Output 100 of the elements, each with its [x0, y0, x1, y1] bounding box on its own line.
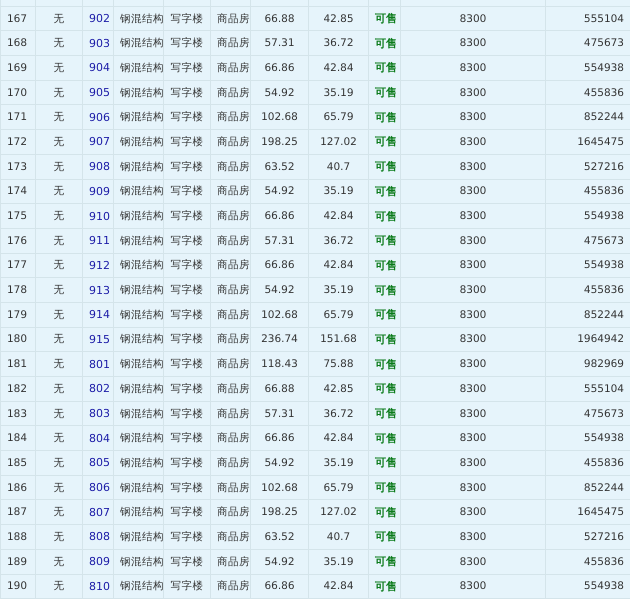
cell-text: 写字楼: [170, 185, 204, 198]
row-number: 190: [7, 580, 28, 592]
number-text: 42.84: [323, 259, 354, 272]
number-text: 36.72: [323, 234, 354, 247]
number-text: 8300: [460, 382, 486, 395]
number-text: 475673: [584, 408, 624, 420]
status-text: 可售: [375, 160, 397, 174]
cell-text: 无: [54, 308, 64, 321]
cell-text: 无: [54, 185, 64, 198]
cell-text: 商品房: [217, 185, 250, 198]
cell-text: 写字楼: [170, 580, 204, 592]
number-text: 8300: [460, 482, 486, 494]
cell-text: 写字楼: [170, 482, 204, 494]
number-text: 475673: [584, 234, 624, 247]
cell-text: 钢混结构: [120, 160, 164, 173]
number-text: 8300: [460, 506, 486, 518]
number-text: 982969: [584, 358, 624, 370]
cell-text: 钢混结构: [120, 259, 164, 272]
row-number: 182: [7, 382, 28, 395]
cell-text: 写字楼: [170, 408, 204, 420]
cell-text: 钢混结构: [120, 284, 164, 296]
number-text: 66.86: [264, 210, 295, 222]
cell-text: 无: [54, 111, 64, 124]
cell-text: 商品房: [217, 210, 250, 222]
cell-text: 无: [54, 382, 64, 395]
number-text: 127.02: [320, 136, 357, 148]
cell-text: 钢混结构: [120, 358, 164, 370]
row-number: 169: [7, 62, 28, 74]
number-text: 554938: [584, 432, 624, 444]
cell-text: 钢混结构: [120, 382, 164, 395]
number-text: 554938: [584, 62, 624, 74]
cell-text: 写字楼: [170, 210, 204, 222]
number-text: 8300: [460, 210, 486, 222]
cell-text: 写字楼: [170, 556, 204, 568]
number-text: 8300: [460, 160, 486, 173]
number-text: 118.43: [261, 358, 298, 370]
number-text: 65.79: [323, 111, 354, 124]
number-text: 54.92: [264, 284, 295, 296]
cell-text: 钢混结构: [120, 580, 164, 592]
cell-text: 无: [54, 234, 64, 247]
number-text: 36.72: [323, 408, 354, 420]
number-text: 35.19: [323, 185, 354, 198]
cell-text: 商品房: [217, 284, 250, 296]
number-text: 8300: [460, 12, 486, 25]
number-text: 127.02: [320, 506, 357, 518]
number-text: 54.92: [264, 185, 295, 198]
number-text: 8300: [460, 530, 486, 543]
cell-text: 钢混结构: [120, 185, 164, 198]
cell-text: 钢混结构: [120, 333, 164, 346]
cell-text: 写字楼: [170, 160, 204, 173]
row-number: 181: [7, 358, 28, 370]
cell-text: 无: [54, 333, 64, 346]
cell-text: 写字楼: [170, 136, 204, 148]
number-text: 8300: [460, 136, 486, 148]
row-number: 173: [7, 160, 28, 173]
row-number: 185: [7, 456, 28, 469]
status-text: 可售: [375, 481, 397, 494]
status-text: 可售: [375, 308, 397, 322]
row-number: 174: [7, 185, 28, 198]
cell-text: 无: [54, 408, 64, 420]
number-text: 54.92: [264, 556, 295, 568]
status-text: 可售: [375, 110, 397, 124]
number-text: 455836: [584, 556, 624, 568]
number-text: 54.92: [264, 456, 295, 469]
cell-text: 商品房: [217, 358, 250, 370]
cell-text: 钢混结构: [120, 37, 164, 50]
row-number: 184: [7, 432, 28, 444]
status-text: 可售: [375, 530, 397, 544]
status-text: 可售: [375, 432, 397, 445]
number-text: 75.88: [323, 358, 354, 370]
cell-text: 商品房: [217, 432, 250, 444]
row-number: 179: [7, 308, 28, 321]
cell-text: 商品房: [217, 382, 250, 395]
number-text: 555104: [584, 12, 624, 25]
cell-text: 无: [54, 12, 64, 25]
number-text: 63.52: [264, 160, 295, 173]
cell-text: 商品房: [217, 86, 250, 99]
cell-text: 写字楼: [170, 382, 204, 395]
status-text: 可售: [375, 258, 397, 272]
row-number: 178: [7, 284, 28, 296]
cell-text: 写字楼: [170, 111, 204, 124]
number-text: 8300: [460, 185, 486, 198]
status-text: 可售: [375, 234, 397, 248]
cell-text: 无: [54, 482, 64, 494]
number-text: 102.68: [261, 308, 298, 321]
cell-text: 商品房: [217, 333, 250, 346]
row-number: 167: [7, 12, 28, 25]
row-number: 183: [7, 408, 28, 420]
row-number: 171: [7, 111, 28, 124]
number-text: 40.7: [326, 160, 350, 173]
number-text: 42.84: [323, 580, 354, 592]
number-text: 8300: [460, 432, 486, 444]
cell-text: 钢混结构: [120, 308, 164, 321]
number-text: 236.74: [261, 333, 298, 346]
number-text: 1645475: [577, 506, 624, 518]
number-text: 40.7: [326, 530, 350, 543]
number-text: 102.68: [261, 111, 298, 124]
number-text: 1645475: [577, 136, 624, 148]
cell-text: 写字楼: [170, 284, 204, 296]
cell-text: 写字楼: [170, 86, 204, 99]
